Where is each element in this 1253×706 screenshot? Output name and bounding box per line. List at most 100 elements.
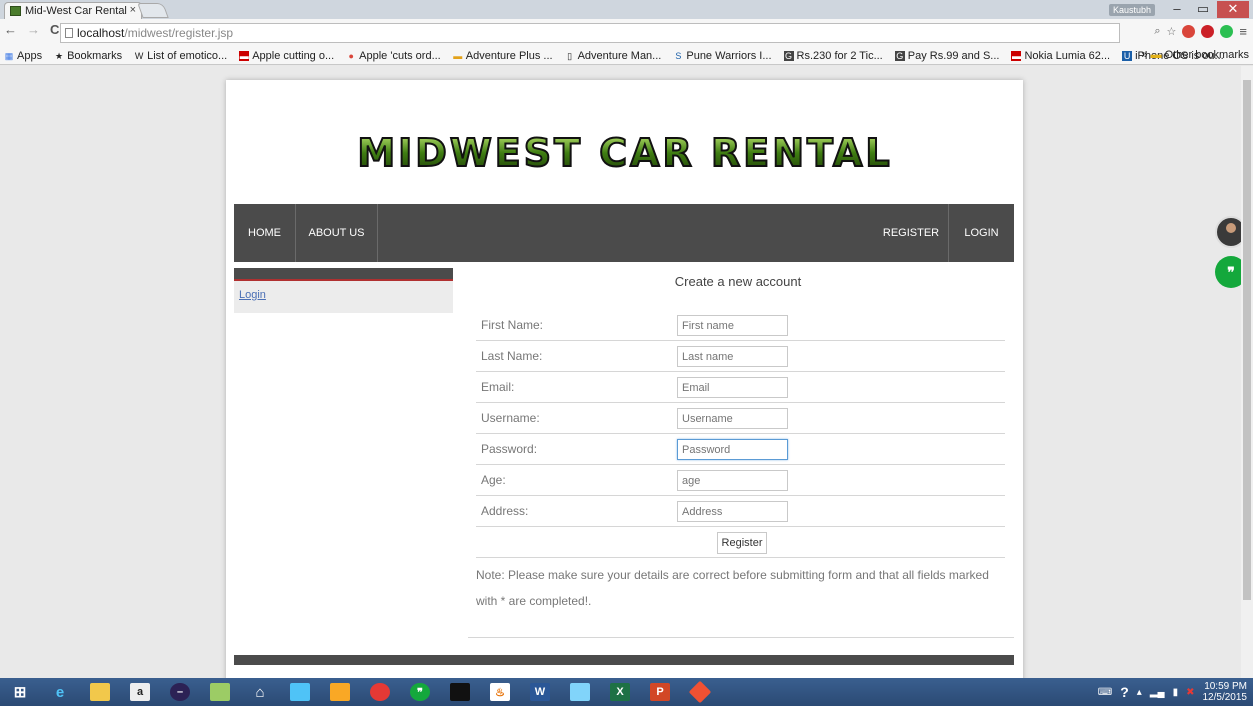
- form-row-submit: Register: [476, 527, 1005, 558]
- bookmark-item[interactable]: ● Apple 'cuts ord...: [346, 50, 440, 62]
- app-icon[interactable]: [563, 679, 597, 705]
- windows-taskbar: ⊞ e a – ⌂ ❞ ♨ W X P ⌨ ? ▴ ▂▄ ▮ ✖ 10:59 P…: [0, 678, 1253, 706]
- sidebar-header: [234, 268, 453, 281]
- age-input[interactable]: [677, 470, 788, 491]
- bookmark-star-icon[interactable]: ☆: [1167, 25, 1177, 38]
- form-row-last-name: Last Name:: [476, 341, 1005, 372]
- excel-icon[interactable]: X: [603, 679, 637, 705]
- star-icon: ★: [55, 50, 64, 61]
- password-input[interactable]: [677, 439, 788, 460]
- bookmark-item[interactable]: ▦ Apps: [4, 50, 42, 62]
- file-explorer-icon[interactable]: [83, 679, 117, 705]
- action-center-icon[interactable]: ✖: [1186, 687, 1194, 698]
- bookmark-item[interactable]: G Pay Rs.99 and S...: [894, 50, 999, 62]
- signal-icon[interactable]: ▂▄: [1150, 687, 1165, 698]
- keyboard-icon[interactable]: ⌨: [1098, 687, 1112, 698]
- clock[interactable]: 10:59 PM 12/5/2015: [1203, 681, 1248, 703]
- clock-date: 12/5/2015: [1202, 692, 1248, 703]
- scrollbar-thumb[interactable]: [1243, 80, 1251, 600]
- email-input[interactable]: [677, 377, 788, 398]
- page-icon: [65, 28, 73, 38]
- bookmark-item[interactable]: ▬ Apple cutting o...: [239, 50, 334, 62]
- app-icon[interactable]: [283, 679, 317, 705]
- apps-icon: ▦: [4, 50, 14, 61]
- bookmark-item[interactable]: G Rs.230 for 2 Tic...: [783, 50, 883, 62]
- page-scrollbar[interactable]: [1241, 66, 1253, 678]
- address-bar[interactable]: localhost/midwest/register.jsp: [60, 23, 1120, 43]
- nav-register[interactable]: REGISTER: [874, 204, 949, 262]
- main-nav: HOME ABOUT US REGISTER LOGIN: [234, 204, 1014, 262]
- nav-home[interactable]: HOME: [234, 204, 296, 262]
- nav-about[interactable]: ABOUT US: [296, 204, 378, 262]
- sidebar-login-link[interactable]: Login: [234, 281, 453, 301]
- git-icon[interactable]: [683, 679, 717, 705]
- bookmark-item[interactable]: ▯ Adventure Man...: [565, 50, 661, 62]
- bookmark-item[interactable]: ▬ Nokia Lumia 62...: [1011, 50, 1110, 62]
- tray-arrow-icon[interactable]: ▴: [1137, 687, 1142, 698]
- tab-title: Mid-West Car Rental: [25, 5, 127, 17]
- bookmark-item[interactable]: S Pune Warriors I...: [673, 50, 771, 62]
- start-icon[interactable]: ⊞: [3, 679, 37, 705]
- folder-icon: ▬: [1150, 49, 1162, 61]
- news-icon: ▬: [239, 50, 250, 61]
- help-icon[interactable]: ?: [1120, 684, 1129, 700]
- maximize-icon[interactable]: ▭: [1191, 1, 1215, 18]
- form-title: Create a new account: [674, 274, 802, 289]
- paint-icon[interactable]: [203, 679, 237, 705]
- tab-close-icon[interactable]: ×: [130, 4, 136, 16]
- password-label: Password:: [481, 442, 538, 456]
- battery-icon[interactable]: ▮: [1173, 687, 1179, 698]
- form-row-address: Address:: [476, 496, 1005, 527]
- play-extension-icon[interactable]: [1220, 25, 1234, 38]
- bookmark-item[interactable]: W List of emotico...: [134, 50, 227, 62]
- close-window-icon[interactable]: ✕: [1217, 1, 1249, 18]
- minimize-icon[interactable]: –: [1165, 1, 1189, 18]
- bookmark-item[interactable]: ★ Bookmarks: [54, 50, 122, 62]
- page-icon: ▯: [567, 50, 573, 61]
- register-button[interactable]: Register: [717, 532, 767, 554]
- menu-icon[interactable]: ≡: [1239, 24, 1247, 39]
- username-input[interactable]: [677, 408, 788, 429]
- new-tab-button[interactable]: [137, 3, 169, 18]
- back-icon[interactable]: ←: [4, 22, 17, 37]
- url-path: /midwest/register.jsp: [124, 26, 234, 40]
- zoom-icon[interactable]: ⌕: [1154, 25, 1160, 38]
- word-icon[interactable]: W: [523, 679, 557, 705]
- adblock-icon[interactable]: [1182, 25, 1196, 38]
- last-name-input[interactable]: [677, 346, 788, 367]
- powerpoint-icon[interactable]: P: [643, 679, 677, 705]
- pinterest-icon[interactable]: [1201, 25, 1215, 38]
- profile-badge[interactable]: Kaustubh: [1108, 3, 1155, 16]
- wikipedia-icon: W: [134, 50, 144, 61]
- bookmark-item[interactable]: ▬ Adventure Plus ...: [453, 50, 552, 62]
- site-logo[interactable]: MIDWEST CAR RENTAL: [226, 128, 1023, 178]
- form-row-password: Password:: [476, 434, 1005, 465]
- clock-time: 10:59 PM: [1204, 681, 1247, 692]
- form-row-username: Username:: [476, 403, 1005, 434]
- eclipse-icon[interactable]: –: [163, 679, 197, 705]
- news-icon: ▬: [1011, 50, 1022, 61]
- url-host: localhost: [77, 26, 125, 40]
- footer-bar: [234, 655, 1014, 665]
- system-tray: ⌨ ? ▴ ▂▄ ▮ ✖ 10:59 PM 12/5/2015: [1098, 678, 1247, 706]
- people-icon[interactable]: [323, 679, 357, 705]
- forward-icon[interactable]: →: [27, 22, 40, 37]
- username-label: Username:: [481, 411, 540, 425]
- sidebar: Login: [234, 268, 453, 313]
- other-bookmarks[interactable]: » ▬ Other bookmarks: [1141, 49, 1249, 61]
- first-name-input[interactable]: [677, 315, 788, 336]
- java-icon[interactable]: ♨: [483, 679, 517, 705]
- form-row-email: Email:: [476, 372, 1005, 403]
- browser-tab[interactable]: Mid-West Car Rental ×: [4, 2, 142, 19]
- nav-login[interactable]: LOGIN: [949, 204, 1014, 262]
- page-icon: U: [1122, 50, 1133, 61]
- logo-graphic: MIDWEST CAR RENTAL: [356, 130, 890, 176]
- address-input[interactable]: [677, 501, 788, 522]
- hangouts-taskbar-icon[interactable]: ❞: [403, 679, 437, 705]
- terminal-icon[interactable]: [443, 679, 477, 705]
- chrome-icon[interactable]: [363, 679, 397, 705]
- internet-explorer-icon[interactable]: e: [43, 679, 77, 705]
- amazon-icon[interactable]: a: [123, 679, 157, 705]
- home-icon[interactable]: ⌂: [243, 679, 277, 705]
- reload-icon[interactable]: C: [50, 22, 59, 37]
